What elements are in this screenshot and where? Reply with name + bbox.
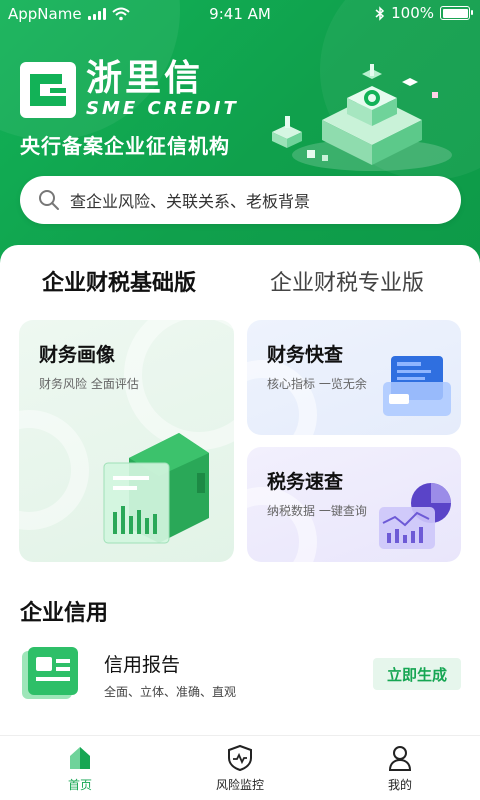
section-title-enterprise-credit: 企业信用 [20, 601, 109, 626]
home-icon [70, 747, 90, 769]
version-tabs: 企业财税基础版 企业财税专业版 [0, 265, 480, 326]
card-decoration [247, 360, 317, 435]
folder-chart-icon [383, 356, 451, 416]
tax-chart-icon [379, 483, 451, 549]
status-bar: AppName 9:41 AM 100% [0, 0, 480, 28]
shield-pulse-icon [228, 744, 252, 772]
nav-label: 我的 [387, 778, 412, 792]
header-banner: AppName 9:41 AM 100% 浙里信 SME CREDIT 央行备案… [0, 0, 480, 270]
brand-slogan: 央行备案企业征信机构 [20, 134, 230, 158]
user-icon [388, 746, 412, 771]
bottom-navigation: 首页 风险监控 我的 [0, 735, 480, 800]
battery-percent: 100% [391, 4, 434, 22]
financial-quick-check-card[interactable]: 财务快查 核心指标 一览无余 [247, 320, 461, 435]
tab-basic-version[interactable]: 企业财税基础版 [42, 265, 196, 297]
nav-item-home[interactable]: 首页 [35, 744, 125, 793]
battery-icon [440, 6, 473, 20]
nav-item-profile[interactable]: 我的 [355, 744, 445, 793]
nav-label: 首页 [67, 778, 92, 792]
search-bar[interactable]: 查企业风险、关联关系、老板背景 [20, 176, 461, 224]
card-decoration [19, 410, 89, 530]
card-subtitle: 核心指标 一览无余 [267, 377, 367, 391]
main-panel: 企业财税基础版 企业财税专业版 财务画像 财务风险 全面评估 财务快查 核心指标… [0, 245, 480, 800]
tax-quick-check-card[interactable]: 税务速查 纳税数据 一键查询 [247, 447, 461, 562]
financial-document-icon [103, 433, 209, 544]
brand-mark-icon [20, 62, 76, 118]
card-title: 财务画像 [39, 344, 116, 366]
card-title: 财务快查 [267, 344, 344, 366]
tab-pro-version[interactable]: 企业财税专业版 [270, 265, 424, 297]
bluetooth-icon [375, 5, 385, 21]
generate-now-button[interactable]: 立即生成 [373, 658, 461, 690]
card-decoration [247, 487, 317, 562]
card-subtitle: 财务风险 全面评估 [39, 377, 139, 391]
credit-report-icon [22, 647, 78, 699]
nav-item-risk-monitor[interactable]: 风险监控 [195, 744, 285, 793]
credit-report-subtitle: 全面、立体、准确、直观 [104, 685, 237, 699]
building-illustration [272, 64, 452, 171]
credit-report-title: 信用报告 [104, 654, 181, 676]
nav-label: 风险监控 [215, 778, 264, 792]
card-subtitle: 纳税数据 一键查询 [267, 504, 367, 518]
financial-profile-card[interactable]: 财务画像 财务风险 全面评估 [19, 320, 234, 562]
search-placeholder: 查企业风险、关联关系、老板背景 [70, 192, 311, 211]
brand-name-en: SME CREDIT [86, 98, 239, 119]
search-icon [39, 190, 59, 210]
brand-name-cn: 浙里信 [86, 58, 204, 99]
card-title: 税务速查 [267, 471, 344, 493]
brand-logo: 浙里信 SME CREDIT [20, 60, 239, 120]
